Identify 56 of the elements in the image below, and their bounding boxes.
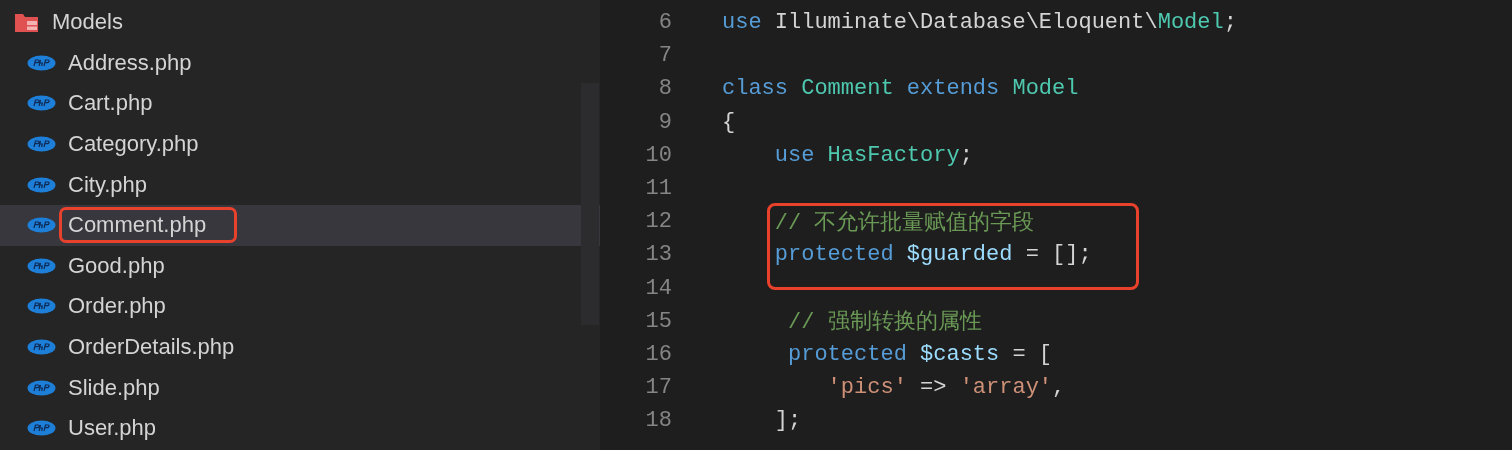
php-icon <box>27 339 56 356</box>
php-icon <box>27 298 56 315</box>
folder-label[interactable]: Models <box>52 9 123 36</box>
file-label: User.php <box>67 414 158 443</box>
code-line: class Comment extends Model <box>722 76 1079 102</box>
line-number: 17 <box>644 375 672 401</box>
code-line: 'pics' => 'array', <box>826 375 1066 401</box>
php-icon <box>27 379 56 396</box>
code-line: use Illuminate\Database\Eloquent\Model; <box>722 10 1237 36</box>
file-row[interactable]: Good.php <box>0 245 600 287</box>
file-row[interactable]: OrderDetails.php <box>0 326 600 368</box>
file-row[interactable]: Cart.php <box>0 83 600 124</box>
file-label: Address.php <box>67 48 193 77</box>
code-line: { <box>722 109 736 135</box>
code-comment: // 不允许批量赋值的字段 <box>773 209 1035 237</box>
line-number: 10 <box>644 142 672 168</box>
line-number: 14 <box>644 275 672 301</box>
php-icon <box>27 54 56 71</box>
file-label: OrderDetails.php <box>67 333 236 362</box>
file-row[interactable]: Comment.php <box>0 204 600 246</box>
line-number: 18 <box>644 408 672 434</box>
line-number: 12 <box>644 209 672 235</box>
php-icon <box>27 95 56 112</box>
folder-icon <box>14 11 40 34</box>
code-comment: // 强制转换的属性 <box>787 309 982 337</box>
line-number: 11 <box>644 176 672 202</box>
php-icon <box>27 176 56 193</box>
file-row[interactable]: Order.php <box>0 286 600 327</box>
file-label: City.php <box>67 170 149 199</box>
file-label: Good.php <box>67 251 166 280</box>
code-line: ]; <box>773 408 802 434</box>
php-icon <box>27 217 56 234</box>
code-line: protected $guarded = []; <box>773 242 1092 268</box>
file-label: Slide.php <box>67 373 161 402</box>
code-line: use HasFactory; <box>773 142 973 168</box>
code-line: protected $casts = [ <box>787 341 1053 367</box>
line-number: 15 <box>644 308 672 334</box>
file-row[interactable]: Slide.php <box>0 367 600 408</box>
scrollbar[interactable] <box>581 83 599 325</box>
file-label: Cart.php <box>67 89 154 118</box>
line-number: 16 <box>644 341 672 367</box>
line-number: 8 <box>657 76 672 102</box>
php-icon <box>27 420 56 437</box>
line-number: 13 <box>644 242 672 268</box>
php-icon <box>27 257 56 274</box>
php-icon <box>27 136 56 153</box>
line-number: 6 <box>657 10 672 36</box>
annotation-box: Comment.php <box>59 207 238 244</box>
file-row[interactable]: Category.php <box>0 123 600 165</box>
line-number: 7 <box>657 43 672 69</box>
file-label: Order.php <box>67 292 167 321</box>
line-number: 9 <box>657 109 672 135</box>
file-row[interactable]: City.php <box>0 164 600 205</box>
file-row[interactable]: Address.php <box>0 42 600 84</box>
file-row[interactable]: User.php <box>0 407 600 449</box>
file-label: Category.php <box>67 130 200 159</box>
